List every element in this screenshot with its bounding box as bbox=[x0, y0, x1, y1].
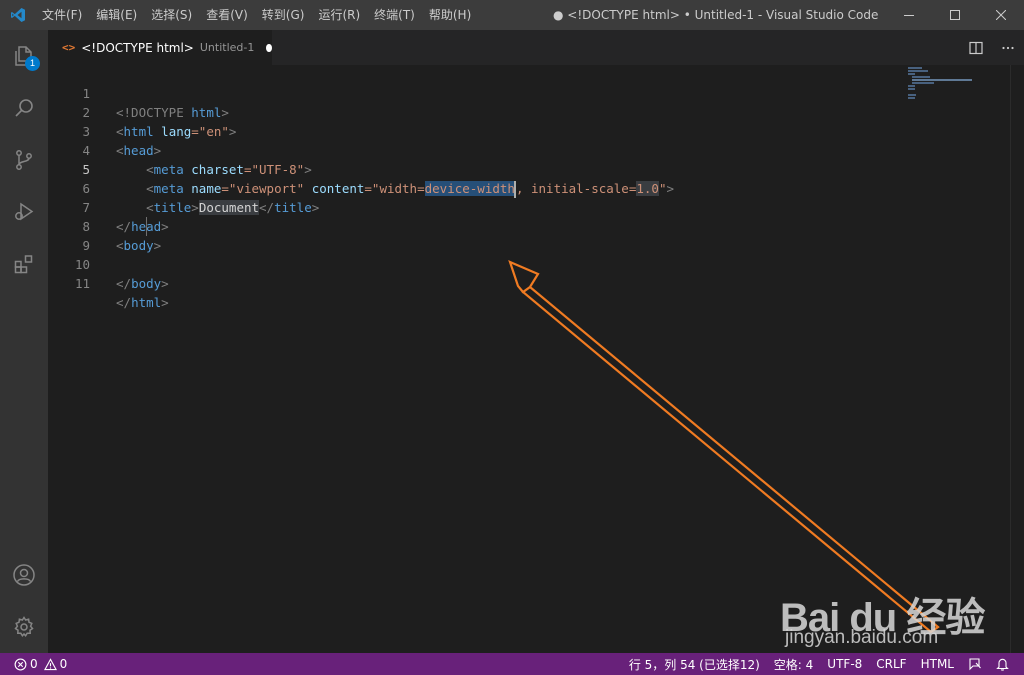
menu-view[interactable]: 查看(V) bbox=[199, 0, 255, 30]
language-mode[interactable]: HTML bbox=[914, 653, 961, 675]
vscode-logo-icon bbox=[0, 0, 35, 30]
menu-run[interactable]: 运行(R) bbox=[311, 0, 367, 30]
menu-terminal[interactable]: 终端(T) bbox=[367, 0, 422, 30]
vertical-scrollbar[interactable] bbox=[1010, 65, 1024, 653]
maximize-icon[interactable] bbox=[932, 0, 978, 30]
activity-bar-bottom bbox=[0, 549, 48, 653]
title-bar: 文件(F) 编辑(E) 选择(S) 查看(V) 转到(G) 运行(R) 终端(T… bbox=[0, 0, 1024, 30]
baidu-watermark: Bai du 经验 jingyan.baidu.com bbox=[780, 565, 990, 655]
warning-count: 0 bbox=[59, 657, 68, 671]
close-icon[interactable] bbox=[978, 0, 1024, 30]
html-file-icon: <> bbox=[62, 41, 76, 54]
tab-bar: <> <!DOCTYPE html> Untitled-1 bbox=[48, 30, 1024, 65]
menu-selection[interactable]: 选择(S) bbox=[144, 0, 199, 30]
search-icon[interactable] bbox=[0, 82, 48, 134]
window-title: ● <!DOCTYPE html> • Untitled-1 - Visual … bbox=[553, 8, 879, 22]
code-line: 3 <head> bbox=[48, 103, 908, 158]
warning-icon bbox=[43, 657, 57, 670]
activity-bar: 1 bbox=[0, 30, 48, 653]
problems-indicator[interactable]: 0 0 bbox=[0, 653, 67, 675]
indent-guide bbox=[146, 217, 147, 236]
code-line: 8 <body> bbox=[48, 198, 908, 253]
indentation[interactable]: 空格: 4 bbox=[767, 653, 821, 675]
code-line: 10 </body> bbox=[48, 236, 908, 291]
encoding[interactable]: UTF-8 bbox=[820, 653, 869, 675]
split-editor-icon[interactable] bbox=[960, 30, 992, 65]
explorer-icon[interactable]: 1 bbox=[0, 30, 48, 82]
more-actions-icon[interactable] bbox=[992, 30, 1024, 65]
minimize-icon[interactable] bbox=[886, 0, 932, 30]
source-control-icon[interactable] bbox=[0, 134, 48, 186]
bell-icon[interactable] bbox=[989, 653, 1016, 675]
tab-title: <!DOCTYPE html> bbox=[81, 40, 194, 55]
window-controls bbox=[886, 0, 1024, 30]
code-line: 6 <title>Document</title> bbox=[48, 160, 908, 215]
line-number: 11 bbox=[74, 276, 90, 291]
code-line: 1 <!DOCTYPE html> bbox=[48, 65, 908, 120]
status-bar-right: 行 5，列 54 (已选择12) 空格: 4 UTF-8 CRLF HTML bbox=[622, 653, 1016, 675]
editor-actions bbox=[960, 30, 1024, 65]
menu-go[interactable]: 转到(G) bbox=[255, 0, 312, 30]
editor-tab[interactable]: <> <!DOCTYPE html> Untitled-1 bbox=[48, 30, 272, 65]
tab-description: Untitled-1 bbox=[199, 41, 255, 54]
menu-bar: 文件(F) 编辑(E) 选择(S) 查看(V) 转到(G) 运行(R) 终端(T… bbox=[35, 0, 478, 30]
cursor-position[interactable]: 行 5，列 54 (已选择12) bbox=[622, 653, 767, 675]
watermark-url: jingyan.baidu.com bbox=[785, 627, 939, 648]
code-line: 4 <meta charset="UTF-8"> bbox=[48, 122, 908, 177]
extensions-icon[interactable] bbox=[0, 238, 48, 290]
end-of-line[interactable]: CRLF bbox=[869, 653, 913, 675]
code-line-active: 5 <meta name="viewport" content="width=d… bbox=[48, 141, 908, 198]
account-icon[interactable] bbox=[0, 549, 48, 601]
error-count: 0 bbox=[30, 657, 38, 671]
menu-edit[interactable]: 编辑(E) bbox=[89, 0, 144, 30]
settings-gear-icon[interactable] bbox=[0, 601, 48, 653]
menu-file[interactable]: 文件(F) bbox=[35, 0, 89, 30]
code-line: 7 </head> bbox=[48, 179, 908, 234]
code-line: 11 </html> bbox=[48, 255, 908, 310]
run-debug-icon[interactable] bbox=[0, 186, 48, 238]
menu-help[interactable]: 帮助(H) bbox=[422, 0, 478, 30]
explorer-badge: 1 bbox=[25, 56, 40, 71]
code-line: 2 <html lang="en"> bbox=[48, 84, 908, 139]
feedback-icon[interactable] bbox=[961, 653, 989, 675]
unsaved-dot-icon[interactable] bbox=[266, 43, 272, 52]
error-icon bbox=[14, 658, 27, 670]
status-bar: 0 0 行 5，列 54 (已选择12) 空格: 4 UTF-8 CRLF HT… bbox=[0, 653, 1024, 675]
code-line: 9 bbox=[48, 217, 908, 253]
